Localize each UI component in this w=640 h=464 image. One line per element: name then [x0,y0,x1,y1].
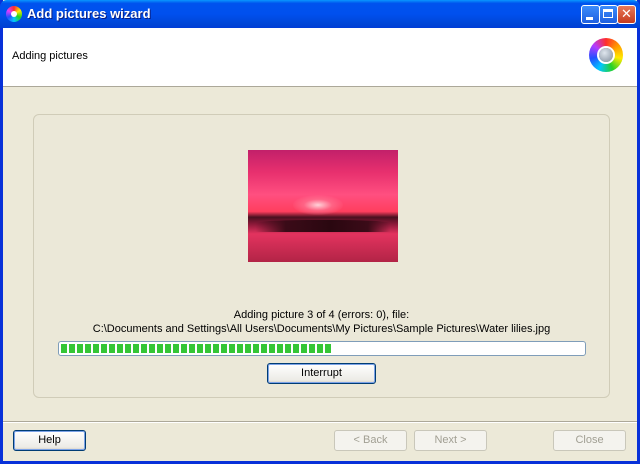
picture-preview [248,150,398,262]
color-disc-logo-icon [589,38,623,72]
interrupt-button[interactable]: Interrupt [267,363,376,384]
status-line-file: C:\Documents and Settings\All Users\Docu… [92,323,551,335]
back-button[interactable]: < Back [334,430,407,451]
window-title: Add pictures wizard [27,6,151,21]
footer-divider [3,421,637,423]
next-button[interactable]: Next > [414,430,487,451]
progress-fill [61,344,332,353]
minimize-icon [582,6,599,23]
wizard-header: Adding pictures [3,28,637,87]
progress-bar [58,341,586,356]
close-icon: ✕ [621,7,632,22]
maximize-icon [600,6,617,23]
help-button[interactable]: Help [13,430,86,451]
minimize-button[interactable] [581,5,600,24]
maximize-button[interactable] [599,5,618,24]
close-window-button[interactable]: ✕ [617,5,636,24]
progress-panel: Adding picture 3 of 4 (errors: 0), file:… [33,114,610,398]
color-disc-icon [6,6,22,22]
header-title: Adding pictures [12,50,88,62]
wizard-window: Add pictures wizard ✕ Adding pictures Ad… [0,0,640,464]
close-button[interactable]: Close [553,430,626,451]
title-bar[interactable]: Add pictures wizard ✕ [0,0,640,28]
status-line-count: Adding picture 3 of 4 (errors: 0), file: [233,309,410,321]
status-text: Adding picture 3 of 4 (errors: 0), file:… [34,308,609,336]
